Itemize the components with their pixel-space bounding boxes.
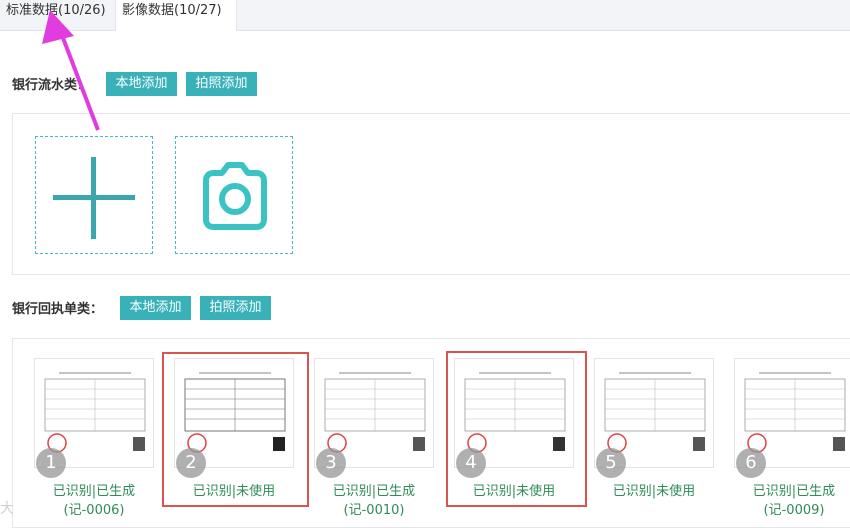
receipt-voucher[interactable]: (记-0010)	[309, 501, 439, 520]
bank-receipt-local-add-button[interactable]: 本地添加	[120, 296, 191, 320]
camera-icon	[203, 162, 267, 230]
receipt-number-badge: 6	[736, 448, 766, 478]
receipt-number-badge: 1	[36, 448, 66, 478]
receipt-document-icon	[324, 372, 426, 453]
plus-icon	[53, 157, 135, 239]
receipt-document-icon	[184, 372, 286, 453]
receipt-number-badge: 4	[456, 448, 486, 478]
watermark-logo: 大	[0, 501, 14, 517]
tab-image-data[interactable]: 影像数据(10/27)	[115, 0, 237, 31]
annotation-arrow-icon	[42, 10, 100, 131]
receipt-status: 已识别|已生成	[52, 484, 136, 499]
receipt-status: 已识别|已生成	[752, 484, 836, 499]
receipt-status: 已识别|未使用	[612, 484, 696, 499]
receipt-document-icon	[44, 372, 146, 453]
bank-statement-photo-add-button[interactable]: 拍照添加	[186, 72, 257, 96]
bank-statement-panel	[12, 113, 850, 275]
receipt-voucher[interactable]: (记-0006)	[29, 501, 159, 520]
receipt-number-badge: 5	[596, 448, 626, 478]
bank-receipt-label: 银行回执单类：	[12, 302, 104, 317]
camera-upload-tile[interactable]	[175, 136, 293, 254]
receipt-number-badge: 2	[176, 448, 206, 478]
receipt-document-icon	[744, 372, 846, 453]
bank-receipt-photo-add-button[interactable]: 拍照添加	[200, 296, 271, 320]
receipt-status: 已识别|已生成	[332, 484, 416, 499]
tab-bar: 标准数据(10/26) 影像数据(10/27)	[0, 0, 850, 31]
bank-statement-local-add-button[interactable]: 本地添加	[106, 72, 177, 96]
receipt-status: 已识别|未使用	[192, 484, 276, 499]
receipt-number-badge: 3	[316, 448, 346, 478]
receipt-voucher[interactable]: (记-0009)	[729, 501, 850, 520]
receipt-document-icon	[604, 372, 706, 453]
receipt-document-icon	[464, 372, 566, 453]
receipt-status: 已识别|未使用	[472, 484, 556, 499]
local-upload-tile[interactable]	[35, 136, 153, 254]
